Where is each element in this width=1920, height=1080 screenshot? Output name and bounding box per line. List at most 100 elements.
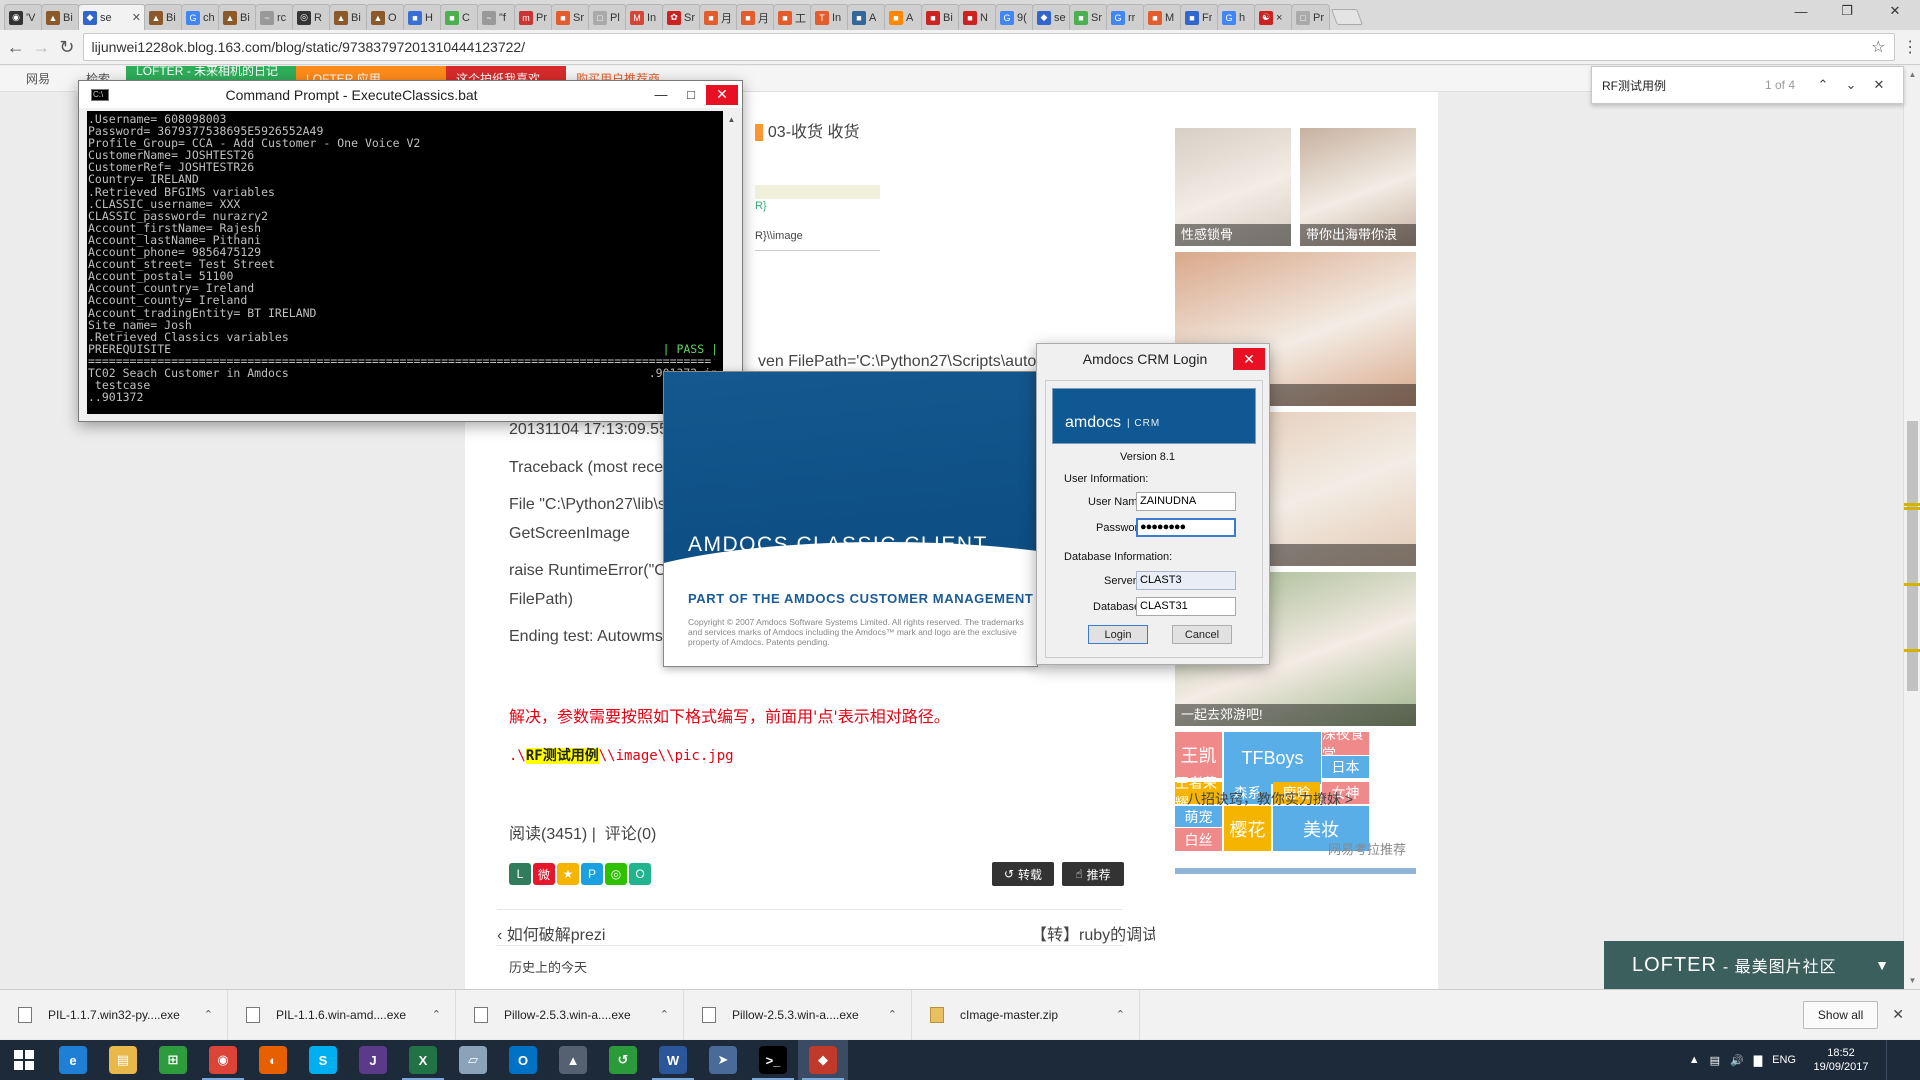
find-input[interactable]: RF测试用例 bbox=[1602, 77, 1765, 94]
username-input[interactable]: ZAINUDNA bbox=[1136, 492, 1236, 511]
browser-tab[interactable]: ◎ R bbox=[292, 4, 331, 30]
login-button[interactable]: Login bbox=[1088, 625, 1148, 644]
browser-tab[interactable]: ◆ se ✕ bbox=[78, 4, 146, 30]
taskbar-app[interactable]: ▤ bbox=[98, 1040, 148, 1080]
command-prompt-window[interactable]: C:\ Command Prompt - ExecuteClassics.bat… bbox=[78, 80, 743, 422]
network-icon[interactable]: ▤ bbox=[1710, 1054, 1720, 1067]
close-window-button[interactable]: ✕ bbox=[1870, 0, 1920, 22]
browser-tab[interactable]: ■ A bbox=[884, 4, 923, 30]
browser-tab[interactable]: ■ Sr bbox=[1069, 4, 1108, 30]
tag-link[interactable]: TFBoys bbox=[1224, 732, 1321, 784]
favorite-share-icon[interactable]: ★ bbox=[557, 863, 579, 885]
browser-tab[interactable]: ~ "f bbox=[477, 4, 516, 30]
tip-link[interactable]: 八招诀窍，教你实力撩妹 > bbox=[1187, 789, 1353, 809]
forward-button[interactable]: → bbox=[32, 34, 52, 60]
weibo-share-icon[interactable]: 微 bbox=[533, 863, 555, 885]
tag-link[interactable]: 王凯 bbox=[1175, 732, 1222, 778]
browser-tab[interactable]: ▲ Bi bbox=[41, 4, 80, 30]
tag-link[interactable]: 深夜食堂 bbox=[1322, 726, 1369, 762]
browser-tab[interactable]: ■ 工 bbox=[773, 4, 812, 30]
photo-tile-2[interactable]: 带你出海带你浪 bbox=[1300, 128, 1416, 246]
minimize-button[interactable]: — bbox=[1778, 0, 1824, 22]
signal-icon[interactable]: ▇ bbox=[1754, 1054, 1762, 1067]
browser-tab[interactable]: m Pr bbox=[514, 4, 553, 30]
cmd-scrollbar[interactable]: ▲ bbox=[723, 111, 740, 414]
browser-tab[interactable]: M In bbox=[625, 4, 664, 30]
taskbar-app[interactable]: O bbox=[498, 1040, 548, 1080]
yixin-share-icon[interactable]: O bbox=[629, 863, 651, 885]
find-close-icon[interactable]: ✕ bbox=[1865, 77, 1893, 93]
browser-tab[interactable]: ▲ O bbox=[366, 4, 405, 30]
server-input[interactable]: CLAST3 bbox=[1136, 571, 1236, 590]
crm-login-dialog[interactable]: Amdocs CRM Login ✕ amdocs | CRM Version 8… bbox=[1036, 343, 1270, 665]
browser-tab[interactable]: ■ Bi bbox=[921, 4, 960, 30]
browser-tab[interactable]: ■ N bbox=[958, 4, 997, 30]
tag-link[interactable]: 萌宠 bbox=[1175, 806, 1222, 827]
browser-tab[interactable]: ▲ Bi bbox=[144, 4, 183, 30]
browser-tab[interactable]: ■ C bbox=[440, 4, 479, 30]
bookmark-star-icon[interactable]: ☆ bbox=[1871, 37, 1885, 57]
browser-tab[interactable]: ~ rc bbox=[255, 4, 294, 30]
recommend-button[interactable]: ☝ 推荐 bbox=[1062, 862, 1124, 886]
chevron-up-icon[interactable]: ⌃ bbox=[204, 1008, 213, 1021]
taskbar-app[interactable]: ▲ bbox=[548, 1040, 598, 1080]
taskbar-app[interactable]: W bbox=[648, 1040, 698, 1080]
kaola-banner[interactable] bbox=[1175, 868, 1416, 874]
browser-tab[interactable]: G 9( bbox=[995, 4, 1034, 30]
prev-post-link[interactable]: ‹ 如何破解prezi bbox=[497, 921, 605, 945]
browser-tab[interactable]: ■ A bbox=[847, 4, 886, 30]
scroll-down-icon[interactable]: ▼ bbox=[1904, 972, 1920, 989]
browser-tab[interactable]: ■ M bbox=[1143, 4, 1182, 30]
taskbar-app[interactable]: J bbox=[348, 1040, 398, 1080]
next-post-link[interactable]: 【转】ruby的调试 › bbox=[1031, 921, 1168, 945]
chevron-up-icon[interactable]: ⌃ bbox=[660, 1008, 669, 1021]
tag-link[interactable]: 樱花 bbox=[1224, 806, 1271, 851]
photo-tile-1[interactable]: 性感锁骨 bbox=[1175, 128, 1291, 246]
taskbar-app[interactable]: ↺ bbox=[598, 1040, 648, 1080]
browser-tab[interactable]: ◆ se bbox=[1032, 4, 1071, 30]
show-hidden-icons[interactable]: ▲ bbox=[1689, 1054, 1700, 1066]
page-scrollbar[interactable]: ▲ ▼ bbox=[1903, 66, 1920, 989]
cmd-console[interactable]: .Username= 608098003 Password= 3679377538… bbox=[87, 111, 723, 414]
find-prev-icon[interactable]: ⌃ bbox=[1809, 77, 1837, 93]
chevron-up-icon[interactable]: ⌃ bbox=[1116, 1008, 1125, 1021]
taskbar-app[interactable]: e bbox=[48, 1040, 98, 1080]
comments-link[interactable]: 评论(0) bbox=[605, 826, 657, 843]
site-logo[interactable]: 网易 bbox=[0, 70, 76, 87]
taskbar-app[interactable]: S bbox=[298, 1040, 348, 1080]
browser-menu-icon[interactable]: ⋮ bbox=[1901, 37, 1920, 57]
browser-tab[interactable]: ■ H bbox=[403, 4, 442, 30]
cancel-button[interactable]: Cancel bbox=[1172, 625, 1232, 644]
wechat-share-icon[interactable]: ◎ bbox=[605, 863, 627, 885]
browser-tab[interactable]: ▲ Bi bbox=[329, 4, 368, 30]
login-close-button[interactable]: ✕ bbox=[1233, 348, 1265, 370]
cmd-maximize-button[interactable]: □ bbox=[676, 87, 706, 102]
browser-tab[interactable]: Grr bbox=[1106, 4, 1145, 30]
browser-tab[interactable]: ■ 月 bbox=[736, 4, 775, 30]
browser-tab[interactable]: Gch bbox=[181, 4, 220, 30]
lofter-share-icon[interactable]: L bbox=[509, 863, 531, 885]
taskbar-app[interactable]: ➤ bbox=[698, 1040, 748, 1080]
download-item[interactable]: Pillow-2.5.3.win-a....exe ⌃ bbox=[684, 989, 912, 1040]
database-input[interactable]: CLAST31 bbox=[1136, 597, 1236, 616]
chevron-up-icon[interactable]: ⌃ bbox=[432, 1008, 441, 1021]
show-all-downloads-button[interactable]: Show all bbox=[1802, 1000, 1879, 1029]
find-next-icon[interactable]: ⌄ bbox=[1837, 77, 1865, 93]
cmd-close-button[interactable]: ✕ bbox=[706, 84, 738, 105]
reads-count-link[interactable]: 阅读(3451) bbox=[509, 826, 587, 843]
browser-tab[interactable]: Gh bbox=[1217, 4, 1256, 30]
url-input[interactable]: lijunwei1228ok.blog.163.com/blog/static/… bbox=[82, 33, 1895, 61]
password-input[interactable]: ●●●●●●●● bbox=[1136, 518, 1236, 537]
scroll-up-icon[interactable]: ▲ bbox=[1904, 66, 1920, 83]
close-tab-icon[interactable]: ✕ bbox=[132, 11, 141, 24]
restore-button[interactable]: ❐ bbox=[1824, 0, 1870, 22]
repost-button[interactable]: ↺ 转载 bbox=[992, 862, 1054, 886]
browser-tab[interactable]: ■ Sr bbox=[551, 4, 590, 30]
cmd-titlebar[interactable]: C:\ Command Prompt - ExecuteClassics.bat… bbox=[79, 81, 742, 108]
browser-tab[interactable]: □ Pl bbox=[588, 4, 627, 30]
download-item[interactable]: Pillow-2.5.3.win-a....exe ⌃ bbox=[456, 989, 684, 1040]
browser-tab[interactable]: ▲ Bi bbox=[218, 4, 257, 30]
taskbar-app[interactable]: ◐ bbox=[248, 1040, 298, 1080]
lofter-banner[interactable]: LOFTER - 最美图片社区 ▼ bbox=[1604, 941, 1904, 989]
close-downloads-icon[interactable]: ✕ bbox=[1892, 1006, 1904, 1023]
